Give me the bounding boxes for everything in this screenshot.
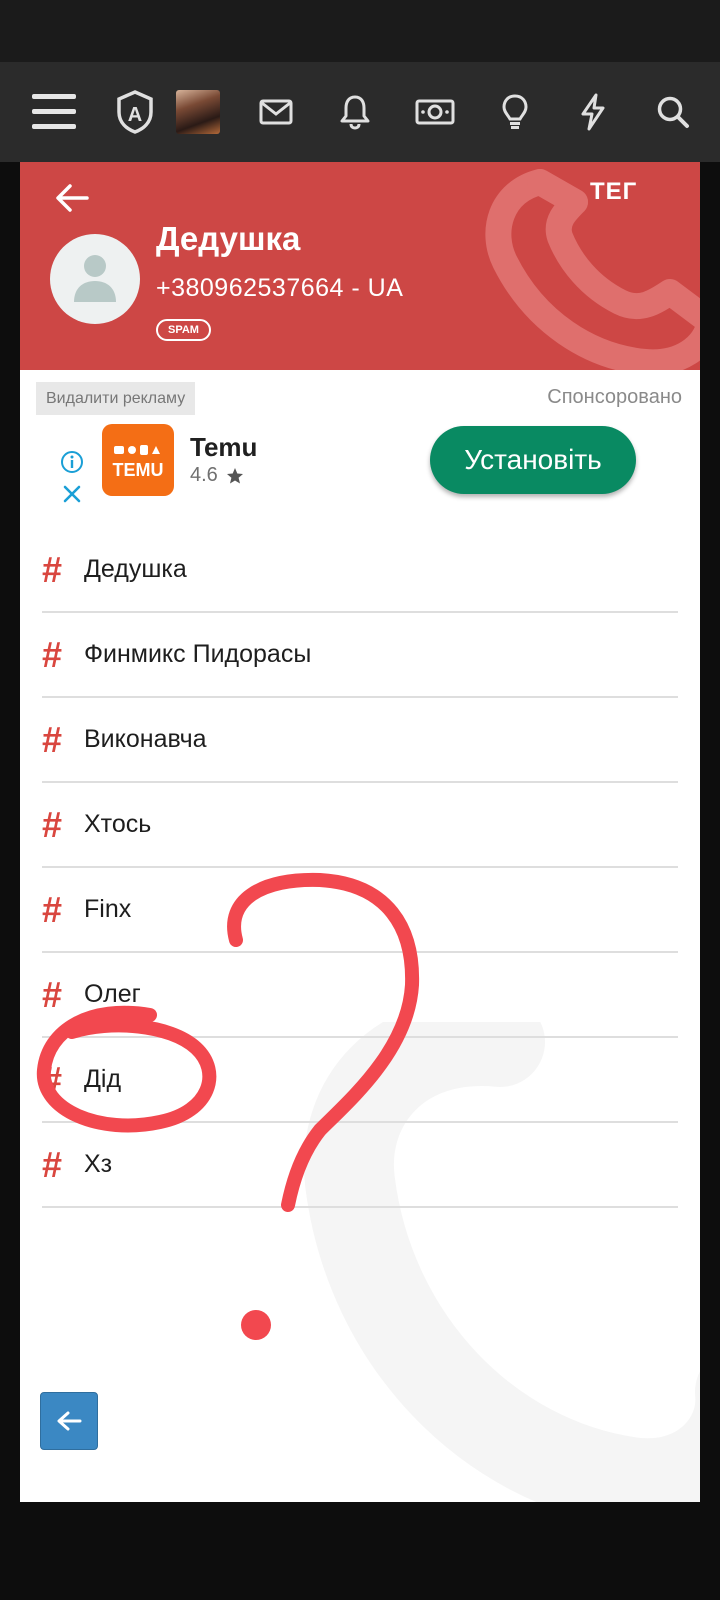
info-icon[interactable] — [60, 450, 84, 474]
tag-item[interactable]: # Олег — [42, 953, 678, 1038]
hash-icon: # — [42, 888, 63, 930]
tag-label: Хз — [84, 1150, 113, 1178]
star-icon — [226, 467, 243, 483]
hash-icon: # — [42, 633, 63, 675]
temu-logo-art — [114, 445, 160, 455]
antispam-button[interactable]: A — [102, 62, 168, 162]
menu-button[interactable] — [21, 62, 87, 162]
bottom-back-button[interactable] — [40, 1392, 98, 1450]
ad-app-name[interactable]: Temu — [190, 432, 257, 463]
hash-icon: # — [42, 803, 63, 845]
hash-icon: # — [42, 718, 63, 760]
bell-icon — [340, 95, 370, 130]
tag-item[interactable]: # Дід — [42, 1038, 678, 1123]
profile-button[interactable] — [165, 62, 231, 162]
tag-item[interactable]: # Finx — [42, 868, 678, 953]
contact-phone: +380962537664 - UA — [156, 274, 404, 302]
tips-button[interactable] — [482, 62, 548, 162]
menu-icon — [32, 94, 76, 129]
temu-app-icon[interactable]: TEMU — [102, 424, 174, 496]
spam-badge: SPAM — [156, 319, 211, 341]
top-toolbar: A — [0, 62, 720, 162]
tag-label: Финмикс Пидорасы — [84, 640, 312, 668]
arrow-left-icon — [56, 184, 89, 212]
money-icon — [415, 99, 455, 125]
tag-label: Дід — [84, 1065, 122, 1093]
messages-button[interactable] — [243, 62, 309, 162]
screen: A ТЕГ Дедушка +380962537664 - UA SPAM Ви… — [0, 0, 720, 1600]
tag-list: # Дедушка # Финмикс Пидорасы # Виконавча # Х… — [42, 528, 678, 1208]
contact-name: Дедушка — [156, 220, 301, 257]
arrow-left-icon — [57, 1411, 82, 1431]
mail-icon — [259, 99, 293, 125]
close-icon[interactable] — [62, 484, 82, 504]
tag-button[interactable]: ТЕГ — [590, 178, 637, 206]
tag-label: Виконавча — [84, 725, 207, 753]
tag-label: Хтось — [84, 810, 152, 838]
ad-rating: 4.6 — [190, 464, 244, 487]
shield-a-icon: A — [117, 90, 153, 134]
rating-value: 4.6 — [190, 464, 218, 486]
tag-item[interactable]: # Дедушка — [42, 528, 678, 613]
profile-avatar — [176, 90, 220, 134]
install-button[interactable]: Установіть — [430, 426, 636, 494]
person-icon — [74, 255, 116, 302]
svg-text:A: A — [128, 104, 142, 126]
remove-ads-button[interactable]: Видалити рекламу — [36, 382, 196, 415]
hash-icon: # — [42, 548, 63, 590]
lightbulb-icon — [502, 94, 528, 129]
status-bar — [0, 0, 720, 62]
search-button[interactable] — [640, 62, 706, 162]
notifications-button[interactable] — [322, 62, 388, 162]
tag-item[interactable]: # Хтось — [42, 783, 678, 868]
lightning-icon — [581, 93, 605, 131]
hash-icon: # — [42, 1143, 63, 1185]
tag-label: Finx — [84, 895, 132, 923]
search-icon — [657, 96, 689, 128]
tag-item[interactable]: # Финмикс Пидорасы — [42, 613, 678, 698]
tag-label: Дедушка — [84, 555, 187, 583]
tag-item[interactable]: # Виконавча — [42, 698, 678, 783]
sponsored-label: Спонсоровано — [547, 386, 682, 408]
flash-button[interactable] — [560, 62, 626, 162]
tag-item[interactable]: # Хз — [42, 1123, 678, 1208]
temu-logo-text: TEMU — [112, 460, 164, 480]
content-card: ТЕГ Дедушка +380962537664 - UA SPAM Вида… — [20, 162, 700, 1502]
contact-header: ТЕГ Дедушка +380962537664 - UA SPAM — [20, 162, 700, 370]
hash-icon: # — [42, 1058, 63, 1100]
donate-button[interactable] — [402, 62, 468, 162]
hash-icon: # — [42, 973, 63, 1015]
back-button[interactable] — [48, 174, 96, 222]
contact-avatar — [50, 234, 140, 324]
tag-label: Олег — [84, 980, 141, 1008]
